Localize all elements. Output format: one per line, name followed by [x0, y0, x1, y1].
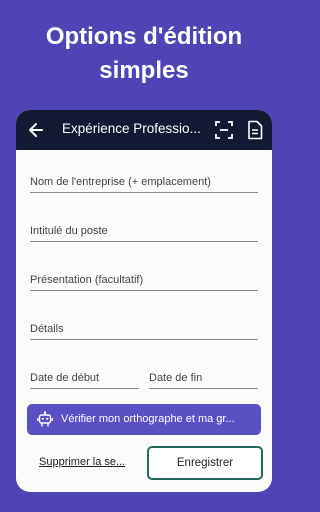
start-date-field-placeholder: Date de début	[30, 372, 100, 384]
company-field-placeholder: Nom de l'entreprise (+ emplacement)	[30, 176, 211, 188]
spellcheck-button[interactable]: Vérifier mon orthographe et ma gr...	[27, 404, 261, 435]
delete-section-link[interactable]: Supprimer la se...	[39, 456, 125, 468]
details-field-placeholder: Détails	[30, 323, 64, 335]
start-date-field[interactable]: Date de début	[30, 362, 139, 389]
promo-line-1: Options d'édition	[45, 23, 243, 50]
page-title: Expérience Professio...	[62, 121, 201, 136]
save-button[interactable]: Enregistrer	[147, 446, 263, 480]
end-date-field-placeholder: Date de fin	[149, 372, 203, 384]
scan-icon[interactable]	[214, 120, 234, 140]
app-bar: Expérience Professio...	[16, 110, 272, 150]
promo-line-2: simples	[99, 57, 189, 84]
document-icon[interactable]	[246, 120, 264, 140]
summary-field[interactable]: Présentation (facultatif)	[30, 264, 258, 291]
arrow-left-icon[interactable]	[26, 120, 46, 140]
promo-headline: Options d'édition simples	[0, 20, 288, 88]
details-field[interactable]: Détails	[30, 313, 258, 340]
robot-icon	[37, 411, 53, 427]
end-date-field[interactable]: Date de fin	[149, 362, 258, 389]
summary-field-placeholder: Présentation (facultatif)	[30, 274, 144, 286]
job-title-field-placeholder: Intitulé du poste	[30, 225, 108, 237]
spellcheck-label: Vérifier mon orthographe et ma gr...	[61, 413, 235, 425]
phone-screen: Expérience Professio... Nom de l'entrepr…	[16, 110, 272, 492]
job-title-field[interactable]: Intitulé du poste	[30, 215, 258, 242]
company-field[interactable]: Nom de l'entreprise (+ emplacement)	[30, 166, 258, 193]
